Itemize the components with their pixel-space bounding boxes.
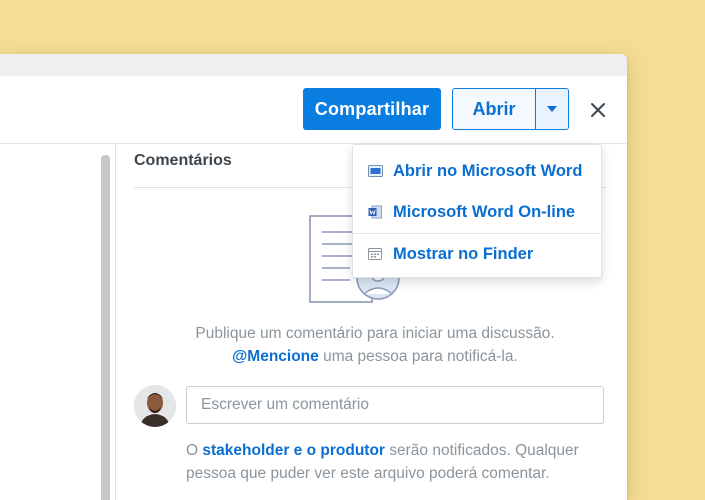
open-dropdown-menu: Abrir no Microsoft Word Microsoft Word O… <box>352 144 602 278</box>
empty-comments-line1: Publique um comentário para iniciar uma … <box>195 325 555 342</box>
notification-notice: O stakeholder e o produtor serão notific… <box>186 439 616 485</box>
open-button[interactable]: Abrir <box>453 89 535 129</box>
menu-item-word-online[interactable]: Microsoft Word On-line <box>353 192 601 232</box>
caret-down-icon <box>547 106 557 112</box>
comment-input[interactable] <box>186 386 604 424</box>
document-scrollbar[interactable] <box>101 155 110 500</box>
desktop-app-icon <box>367 164 383 178</box>
empty-comments-message: Publique um comentário para iniciar uma … <box>134 322 616 368</box>
avatar <box>134 385 176 427</box>
close-button[interactable] <box>585 97 611 123</box>
mention-link[interactable]: @Mencione <box>232 348 319 365</box>
notice-prefix: O <box>186 442 203 459</box>
share-button[interactable]: Compartilhar <box>303 88 441 130</box>
menu-item-label: Microsoft Word On-line <box>393 202 576 221</box>
close-icon <box>591 103 605 117</box>
finder-icon <box>367 247 383 261</box>
user-photo <box>134 385 176 427</box>
window-titlebar <box>0 54 627 76</box>
empty-comments-line2: @Mencione uma pessoa para notificá-la. <box>134 345 616 368</box>
menu-item-label: Abrir no Microsoft Word <box>393 161 583 180</box>
empty-comments-line2-text: uma pessoa para notificá-la. <box>318 348 518 365</box>
word-icon <box>367 205 383 219</box>
panel-divider <box>115 143 116 500</box>
comments-title: Comentários <box>134 152 232 169</box>
open-button-label: Abrir <box>472 98 516 119</box>
open-split-button: Abrir <box>452 88 569 130</box>
menu-item-label: Mostrar no Finder <box>393 244 534 263</box>
toolbar: Compartilhar Abrir <box>0 76 627 144</box>
menu-item-open-desktop-word[interactable]: Abrir no Microsoft Word <box>353 151 601 191</box>
stakeholder-link[interactable]: stakeholder e o produtor <box>202 442 385 459</box>
menu-item-show-in-finder[interactable]: Mostrar no Finder <box>353 234 601 274</box>
open-menu-toggle[interactable] <box>536 89 568 129</box>
